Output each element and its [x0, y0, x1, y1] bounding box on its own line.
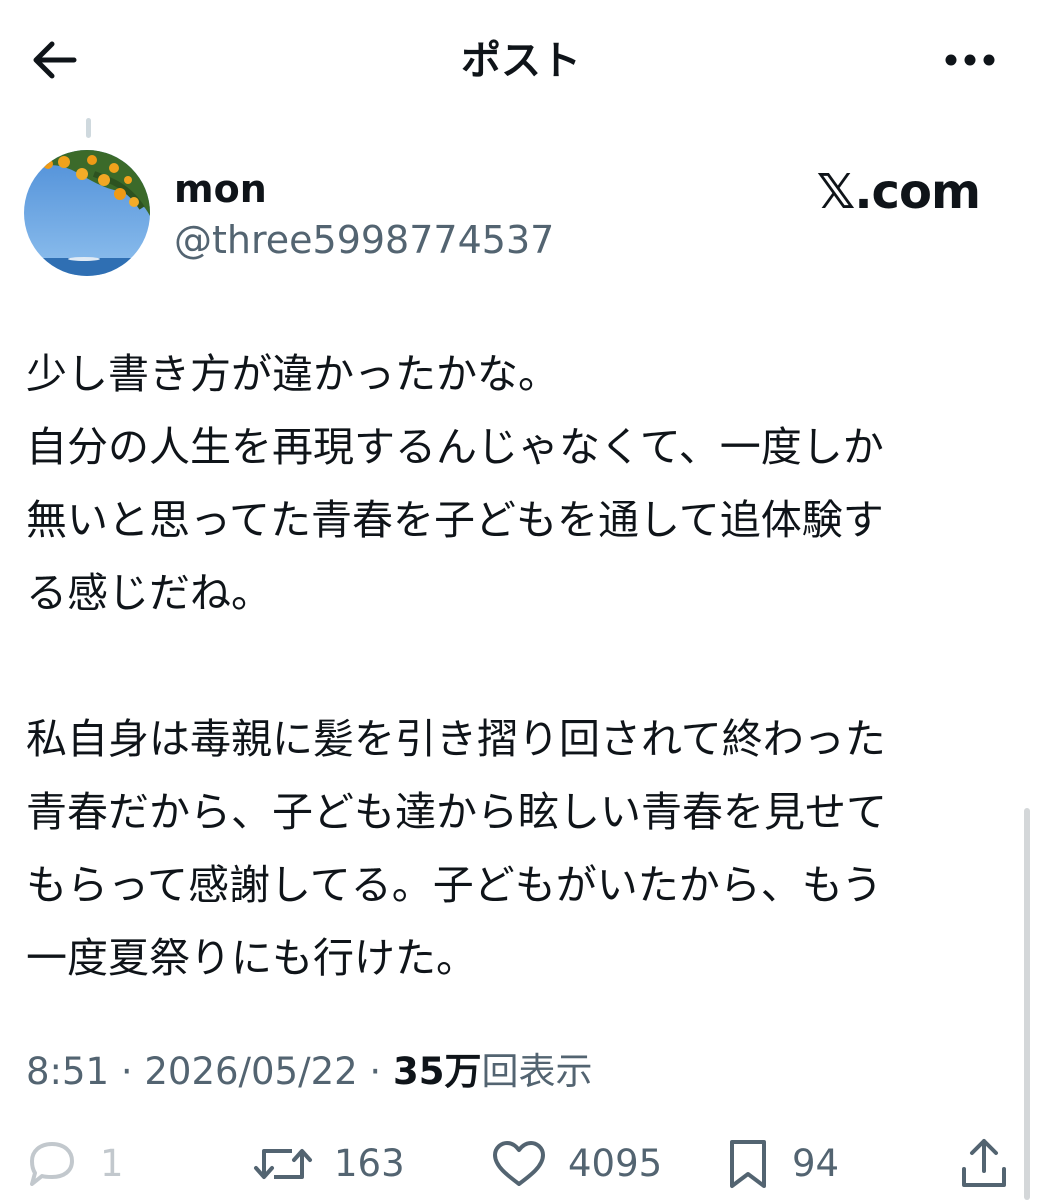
heart-icon: [493, 1141, 545, 1186]
like-count: 4095: [568, 1142, 663, 1185]
post-time[interactable]: 8:51: [26, 1050, 109, 1093]
post-line: 無いと思ってた青春を子どもを通して追体験す: [26, 496, 884, 544]
reply-count: 1: [100, 1142, 124, 1185]
post-line: 自分の人生を再現するんじゃなくて、一度しか: [26, 423, 884, 471]
post-line: 私自身は毒親に髪を引き摺り回されて終わった: [26, 715, 886, 763]
bookmark-icon: [730, 1140, 766, 1188]
post-line: 一度夏祭りにも行けた。: [26, 934, 477, 982]
share-icon: [962, 1139, 1006, 1187]
post-line: 青春だから、子ども達から眩しい青春を見せて: [26, 788, 887, 836]
thread-connector-line: [86, 118, 91, 138]
reply-icon: [30, 1142, 74, 1186]
avatar-photo: [24, 150, 150, 276]
action-bar: 1 163 4095 94: [0, 1130, 1042, 1200]
x-com-watermark: 𝕏.com: [816, 164, 981, 220]
display-name[interactable]: mon: [174, 166, 267, 212]
post-text: 少し書き方が違かったかな。 自分の人生を再現するんじゃなくて、一度しか 無いと思…: [26, 338, 1016, 995]
top-bar: ポスト: [0, 0, 1042, 120]
meta-separator: ·: [357, 1050, 393, 1093]
view-count[interactable]: 35万: [393, 1050, 482, 1093]
share-button[interactable]: [958, 1136, 1010, 1192]
bookmark-button[interactable]: 94: [724, 1136, 839, 1192]
post-meta: 8:51 · 2026/05/22 · 35万回表示: [26, 1048, 592, 1096]
scrollbar[interactable]: [1024, 808, 1030, 1200]
like-button[interactable]: 4095: [490, 1136, 662, 1192]
page-title: ポスト: [461, 38, 581, 84]
user-handle[interactable]: @three5998774537: [174, 216, 554, 264]
meta-separator: ·: [109, 1050, 145, 1093]
more-options-button[interactable]: [942, 38, 998, 82]
avatar[interactable]: [24, 150, 150, 276]
post-line: もらって感謝してる。子どもがいたから、もう: [26, 861, 883, 909]
more-horizontal-icon: [945, 54, 995, 66]
post-line: る感じだね。: [26, 569, 272, 617]
post-line: 少し書き方が違かったかな。: [26, 350, 559, 398]
reply-button[interactable]: 1: [24, 1136, 124, 1192]
repost-icon: [254, 1149, 312, 1179]
repost-button[interactable]: 163: [252, 1136, 405, 1192]
bookmark-count: 94: [792, 1142, 840, 1185]
repost-count: 163: [334, 1142, 405, 1185]
post-date[interactable]: 2026/05/22: [144, 1050, 357, 1093]
view-label[interactable]: 回表示: [481, 1050, 592, 1093]
